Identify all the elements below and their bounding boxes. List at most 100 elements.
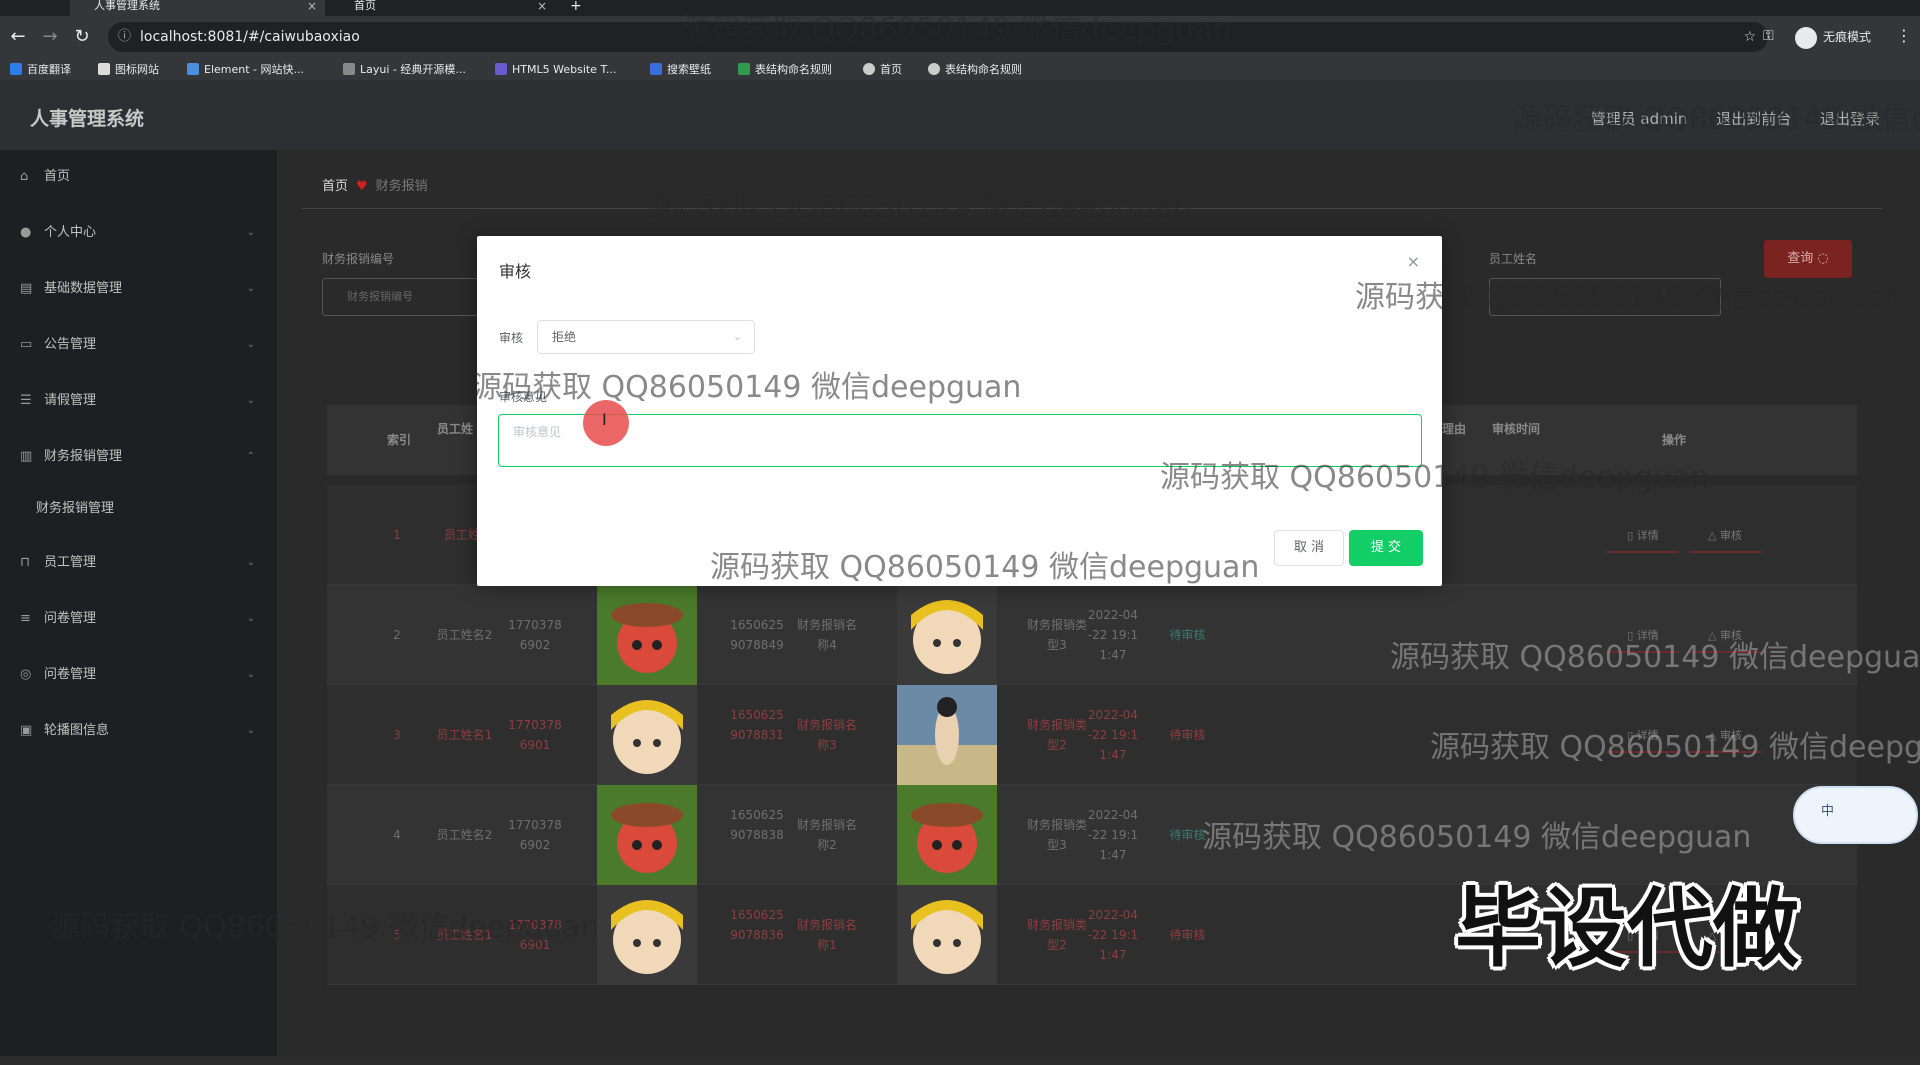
- bookmark-item[interactable]: 百度翻译: [10, 60, 71, 80]
- watermark: 源码获取 QQ86050149 微信deepguan: [642, 190, 1192, 225]
- incognito-icon: [1795, 26, 1817, 49]
- sidebar-item-survey[interactable]: ≡ 问卷管理 ⌄: [0, 599, 277, 639]
- sidebar-item-notice[interactable]: ▭ 公告管理 ⌄: [0, 325, 277, 365]
- app-title: 人事管理系统: [30, 108, 145, 130]
- search-icon: ◌: [1817, 251, 1829, 266]
- tab-close-icon[interactable]: ×: [537, 0, 547, 12]
- dialog-title: 审核: [499, 262, 532, 281]
- incognito-indicator[interactable]: 无痕模式: [1795, 24, 1871, 50]
- avatar-image: [897, 785, 997, 885]
- bookmark-item[interactable]: Layui - 经典开源模...: [343, 60, 466, 80]
- tab-inactive[interactable]: 首页 ×: [330, 0, 555, 16]
- star-icon[interactable]: ☆: [1743, 22, 1756, 52]
- audit-dialog: 审核 × 审核 拒绝 ⌄ 审核意见 审核意见 I 取 消 提 交: [477, 236, 1442, 586]
- bookmark-icon: [738, 63, 750, 75]
- sidebar-item-staff[interactable]: ⊓ 员工管理 ⌄: [0, 543, 277, 583]
- bookmarks-bar: 百度翻译 图标网站 Element - 网站快... Layui - 经典开源模…: [0, 60, 1920, 80]
- survey2-icon: ◎: [20, 667, 32, 682]
- chevron-down-icon: ⌄: [246, 339, 255, 350]
- forward-icon[interactable]: →: [38, 26, 62, 47]
- bookmark-icon: [650, 63, 662, 75]
- sidebar-item-basic-data[interactable]: ▤ 基础数据管理 ⌄: [0, 269, 277, 309]
- breadcrumb-home[interactable]: 首页: [322, 179, 348, 194]
- bookmark-item[interactable]: 首页: [863, 60, 902, 80]
- chart-icon: ▥: [20, 449, 33, 464]
- new-tab-icon[interactable]: +: [570, 0, 582, 16]
- sidebar-item-carousel[interactable]: ▣ 轮播图信息 ⌄: [0, 711, 277, 751]
- chevron-down-icon: ⌄: [246, 613, 255, 624]
- audit-button[interactable]: △ 审核: [1689, 527, 1761, 553]
- back-icon[interactable]: ←: [6, 26, 30, 47]
- sidebar-item-finance[interactable]: ▥ 财务报销管理 ⌃: [0, 437, 277, 477]
- bookmark-item[interactable]: 搜索壁纸: [650, 60, 711, 80]
- ime-widget[interactable]: 中: [1793, 786, 1918, 844]
- more-icon[interactable]: ⋮: [1896, 26, 1912, 45]
- survey-icon: ≡: [20, 611, 31, 626]
- chevron-down-icon: ⌄: [246, 395, 255, 406]
- sidebar-item-finance-manage[interactable]: 财务报销管理: [0, 489, 277, 529]
- avatar-image: [897, 685, 997, 785]
- breadcrumb-current: 财务报销: [375, 179, 428, 194]
- bookmark-item[interactable]: HTML5 Website T...: [495, 60, 616, 80]
- search-label-name: 员工姓名: [1489, 252, 1538, 266]
- bookmark-icon: [98, 63, 110, 75]
- bookmark-item[interactable]: 表结构命名规则: [738, 60, 832, 80]
- chevron-down-icon: ⌄: [246, 227, 255, 238]
- breadcrumb: 首页 ♥ 财务报销: [322, 175, 428, 194]
- ime-label: 中: [1821, 804, 1835, 819]
- audit-select-value: 拒绝: [552, 330, 577, 344]
- watermark: 源码获取 QQ86050149 微信deepguan: [472, 370, 1022, 405]
- watermark: 源码获取 QQ86050149 微信deepguan: [1355, 280, 1905, 315]
- close-icon[interactable]: ×: [1407, 252, 1420, 271]
- sidebar-item-survey-2[interactable]: ◎ 问卷管理 ⌄: [0, 655, 277, 695]
- avatar-image: [597, 685, 697, 785]
- search-input-code[interactable]: 财务报销编号: [322, 278, 482, 316]
- avatar-image: [597, 585, 697, 685]
- chevron-down-icon: ⌄: [246, 557, 255, 568]
- bookmark-item[interactable]: Element - 网站快...: [187, 60, 304, 80]
- promo-banner: 毕设代做: [1455, 879, 1799, 979]
- chevron-down-icon: ⌄: [246, 283, 255, 294]
- sidebar-item-profile[interactable]: ● 个人中心 ⌄: [0, 213, 277, 253]
- th-audit-time: 审核时间: [1492, 422, 1541, 436]
- bookmark-item[interactable]: 表结构命名规则: [928, 60, 1022, 80]
- watermark: 源码获取 QQ86050149 微信deepguan: [1202, 820, 1752, 855]
- submit-button[interactable]: 提 交: [1349, 530, 1423, 566]
- th-index: 索引: [387, 433, 412, 447]
- avatar-image: [597, 785, 697, 885]
- key-icon[interactable]: ⚿: [1763, 28, 1774, 44]
- url-text: localhost:8081/#/caiwubaoxiao: [140, 29, 360, 45]
- chevron-down-icon: ⌄: [732, 330, 742, 343]
- watermark: 源码获取 QQ86050149 微信deepguan: [1430, 730, 1920, 765]
- search-label-code: 财务报销编号: [322, 252, 395, 266]
- cancel-button[interactable]: 取 消: [1274, 530, 1344, 566]
- tab-active[interactable]: 人事管理系统 ×: [70, 0, 325, 16]
- tab-title: 人事管理系统: [94, 0, 160, 12]
- user-icon: ●: [20, 225, 32, 240]
- avatar-image: [897, 585, 997, 685]
- list-icon: ☰: [20, 393, 32, 408]
- chevron-down-icon: ⌄: [246, 725, 255, 736]
- bookmark-item[interactable]: 图标网站: [98, 60, 159, 80]
- th-reason: 理由: [1442, 422, 1467, 436]
- detail-button[interactable]: ▯ 详情: [1607, 527, 1679, 553]
- bookmark-icon: [343, 63, 355, 75]
- sidebar-item-leave[interactable]: ☰ 请假管理 ⌄: [0, 381, 277, 421]
- watermark: 源码获取 QQ86050149 微信deepguan: [1160, 460, 1710, 495]
- watermark: 源码获取 QQ86050149 微信deepguan: [1512, 102, 1920, 137]
- bookmark-icon: [187, 63, 199, 75]
- sidebar-item-home[interactable]: ⌂ 首页: [0, 157, 277, 197]
- text-cursor-icon: I: [602, 410, 607, 429]
- info-icon[interactable]: ⓘ: [118, 22, 131, 52]
- staff-icon: ⊓: [20, 555, 31, 570]
- avatar-image: [597, 885, 697, 985]
- notice-icon: ▭: [20, 337, 33, 352]
- chevron-down-icon: ⌄: [246, 669, 255, 680]
- tab-close-icon[interactable]: ×: [307, 0, 317, 12]
- audit-select[interactable]: 拒绝 ⌄: [537, 320, 755, 354]
- th-name: 员工姓: [437, 422, 474, 436]
- data-icon: ▤: [20, 281, 33, 296]
- tab-title: 首页: [354, 0, 376, 12]
- chevron-up-icon: ⌃: [246, 451, 255, 462]
- reload-icon[interactable]: ↻: [70, 26, 94, 47]
